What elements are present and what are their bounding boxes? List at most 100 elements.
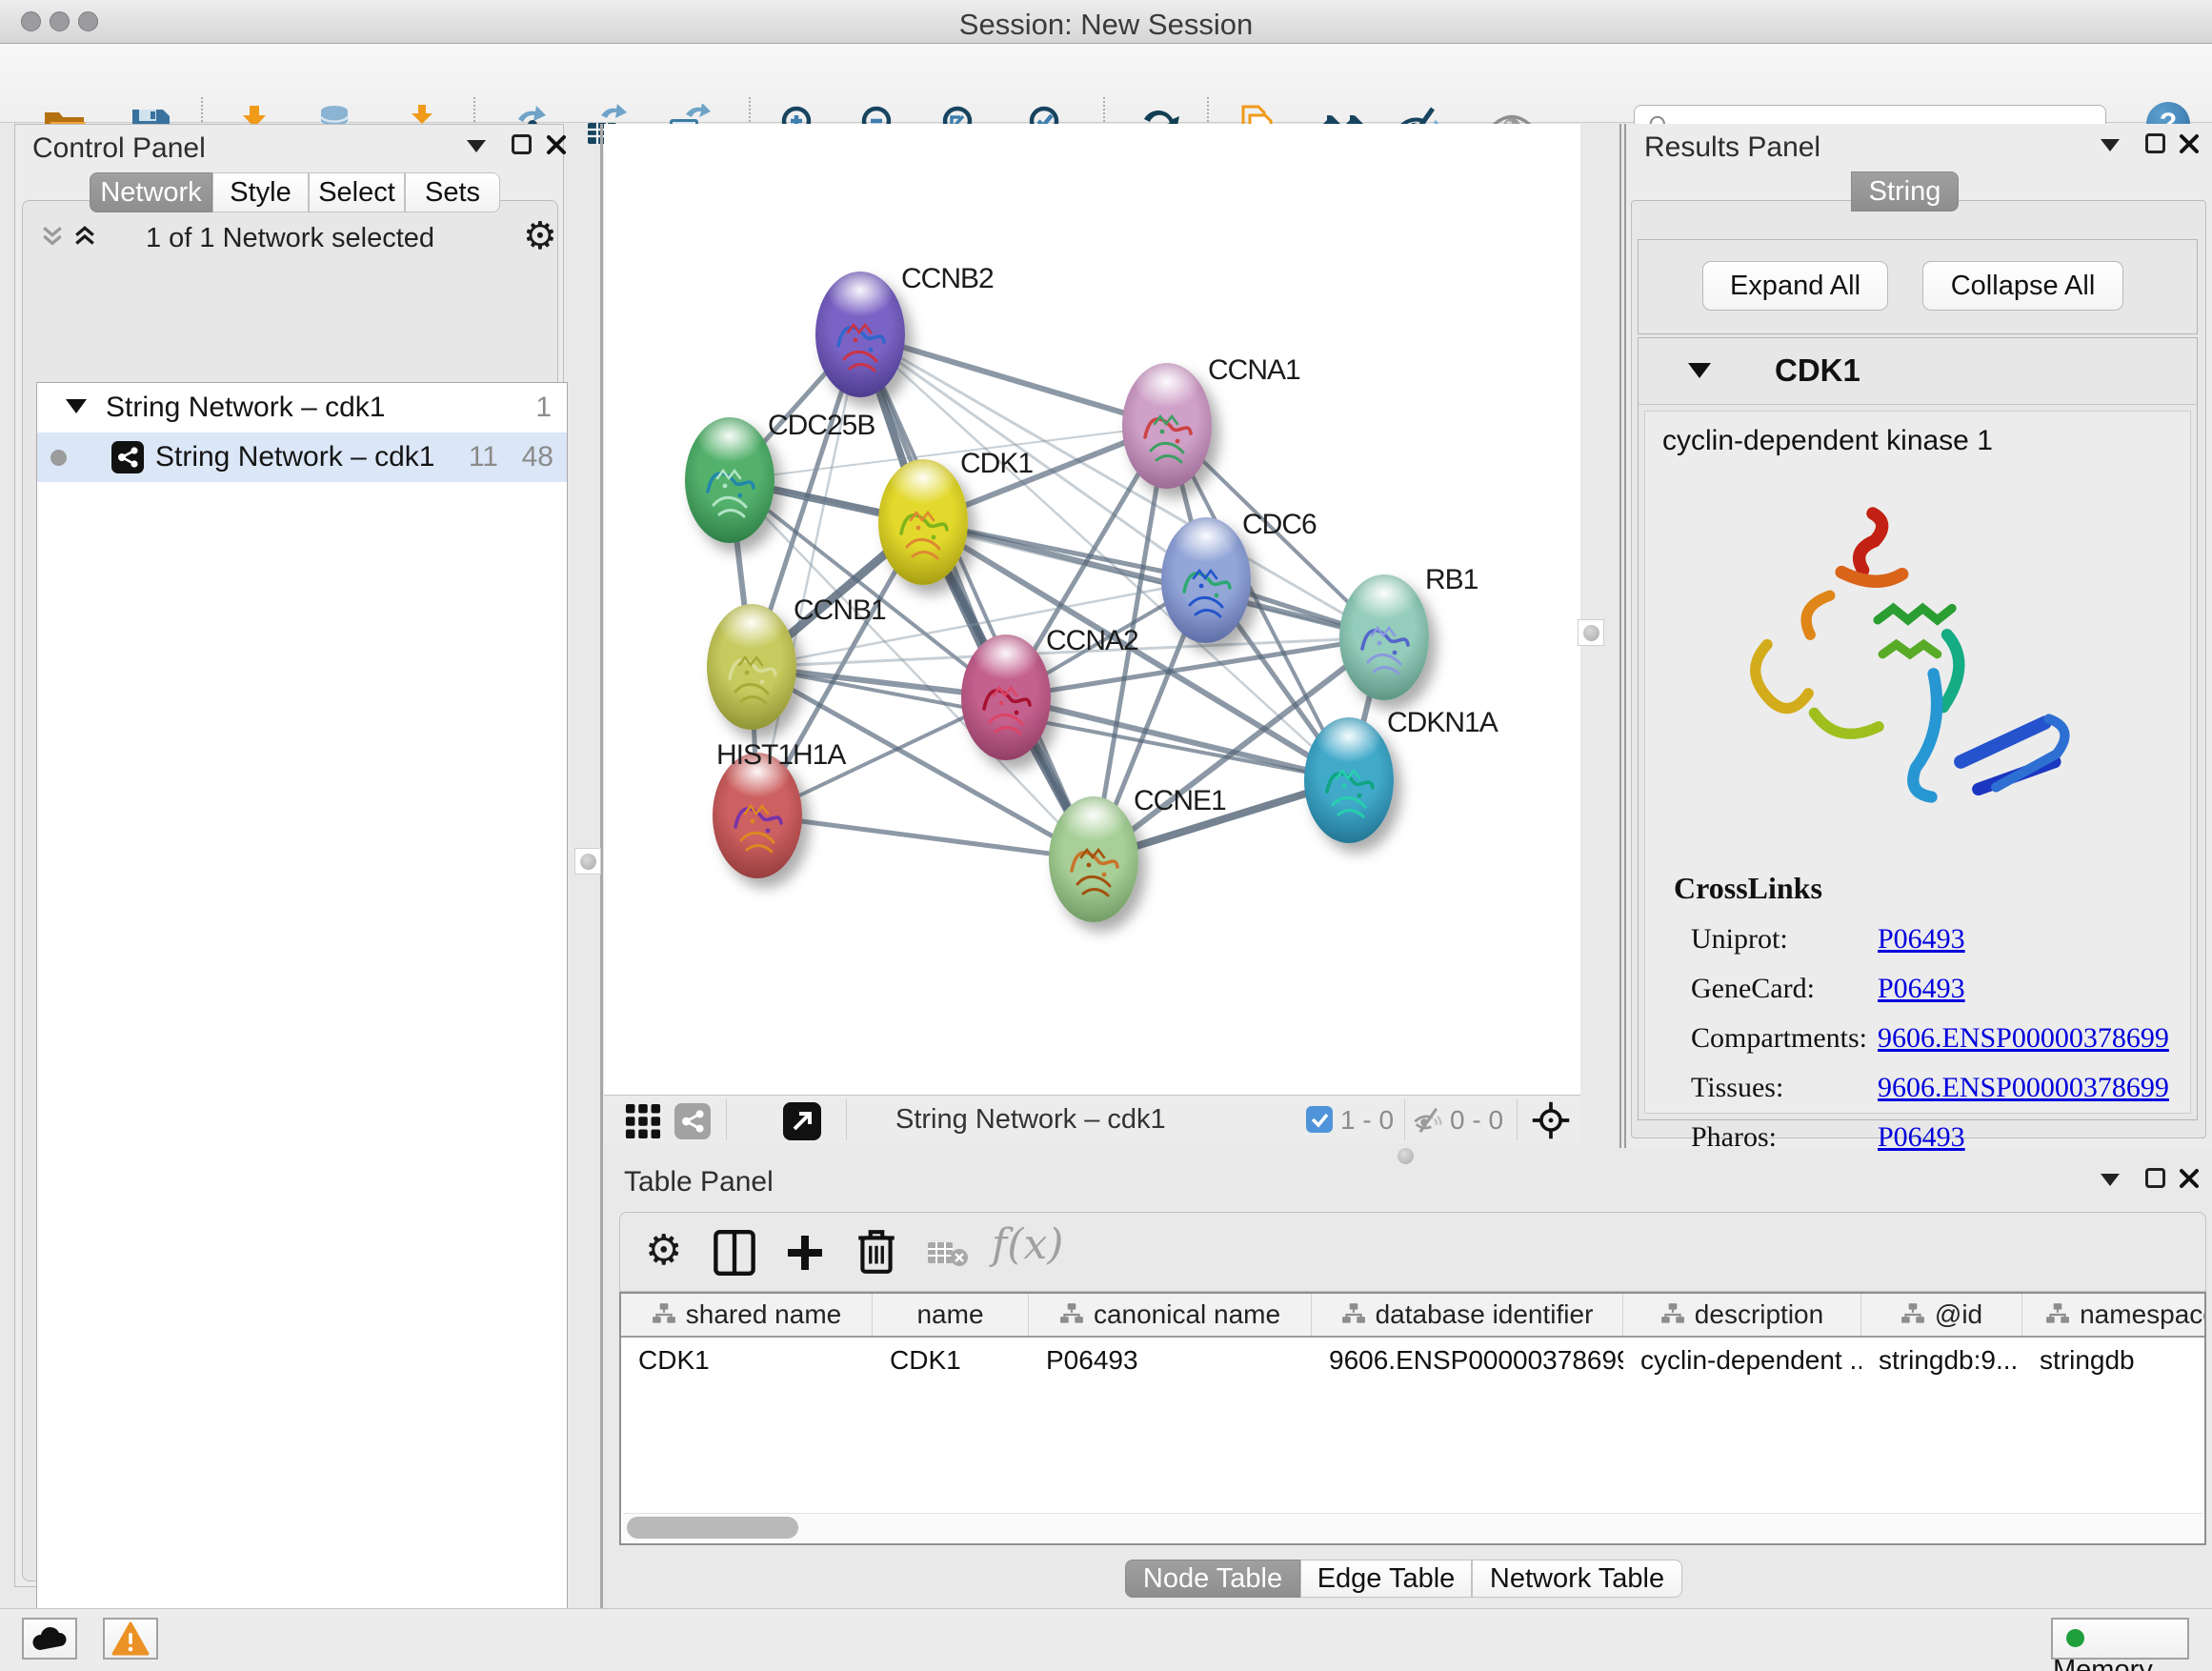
crosslink-link[interactable]: P06493	[1878, 973, 1965, 1005]
table-cell[interactable]: cyclin-dependent ...	[1623, 1339, 1861, 1381]
gene-header-row[interactable]: CDK1	[1639, 338, 2197, 405]
network-row[interactable]: String Network – cdk1 11 48	[37, 433, 567, 482]
network-node-ccnb1[interactable]	[707, 604, 796, 730]
grid-view-icon[interactable]	[625, 1103, 661, 1139]
network-node-cdc25b[interactable]	[685, 417, 774, 543]
namespace-icon	[1660, 1302, 1685, 1327]
create-column-icon[interactable]	[784, 1232, 826, 1274]
column-header-namespace[interactable]: namespace	[2022, 1294, 2206, 1336]
column-header-canonicalname[interactable]: canonical name	[1029, 1294, 1312, 1336]
status-bar: Memory	[0, 1608, 2212, 1671]
table-header-row: shared name name canonical namedatabase id…	[621, 1294, 2206, 1338]
column-header-databaseidentifier[interactable]: database identifier	[1312, 1294, 1623, 1336]
close-panel-icon[interactable]	[2178, 132, 2201, 155]
collection-count: 1	[535, 392, 552, 424]
protein-structure-image	[1712, 478, 2112, 850]
expand-collapse-box: Expand All Collapse All	[1638, 239, 2198, 334]
table-row[interactable]: CDK1CDK1P064939606.ENSP00000378699cyclin…	[621, 1339, 2206, 1381]
network-collection-row[interactable]: String Network – cdk1 1	[37, 383, 567, 433]
node-label-ccne1: CCNE1	[1134, 785, 1226, 817]
column-label: name	[916, 1299, 983, 1330]
crosslink-link[interactable]: 9606.ENSP00000378699	[1878, 1072, 2169, 1104]
node-count: 11	[469, 441, 498, 473]
network-node-ccna1[interactable]	[1122, 363, 1212, 489]
divider	[1619, 124, 1621, 1148]
collapse-entry-icon[interactable]	[1688, 363, 1711, 378]
node-label-ccna2: CCNA2	[1046, 625, 1138, 657]
splitter-handle[interactable]	[1578, 619, 1604, 646]
tab-network[interactable]: Network	[90, 172, 212, 212]
crosslink-link[interactable]: P06493	[1878, 923, 1965, 956]
crosslink-link[interactable]: P06493	[1878, 1121, 1965, 1154]
tab-select[interactable]: Select	[309, 172, 405, 212]
function-builder-icon: f(x)	[992, 1220, 1063, 1269]
namespace-icon	[652, 1302, 676, 1327]
birds-eye-view-icon[interactable]	[1530, 1099, 1572, 1141]
network-node-ccna2[interactable]	[961, 634, 1051, 760]
network-node-ccne1[interactable]	[1049, 796, 1138, 922]
node-table: shared name name canonical namedatabase id…	[619, 1292, 2206, 1545]
collapse-all-button[interactable]: Collapse All	[1922, 261, 2123, 311]
splitter-handle[interactable]	[574, 848, 601, 875]
network-selector-text: 1 of 1 Network selected	[15, 223, 565, 254]
tab-sets[interactable]: Sets	[405, 172, 500, 212]
float-panel-icon[interactable]	[2101, 139, 2120, 151]
horizontal-scrollbar[interactable]	[623, 1513, 2202, 1541]
table-cell[interactable]: CDK1	[873, 1339, 1029, 1381]
scrollbar-thumb[interactable]	[627, 1517, 798, 1539]
tab-string[interactable]: String	[1851, 171, 1959, 211]
table-cell[interactable]: 9606.ENSP00000378699	[1312, 1339, 1623, 1381]
tab-network-table[interactable]: Network Table	[1472, 1560, 1682, 1598]
network-node-cdk1[interactable]	[878, 459, 968, 585]
float-panel-icon[interactable]	[467, 140, 486, 152]
network-node-cdc6[interactable]	[1161, 517, 1251, 643]
float-panel-icon[interactable]	[2101, 1174, 2120, 1186]
edge[interactable]	[757, 815, 1094, 859]
network-label: String Network – cdk1	[155, 441, 434, 473]
table-cell[interactable]: stringdb	[2022, 1339, 2206, 1381]
gene-description: cyclin-dependent kinase 1	[1662, 425, 1993, 457]
close-panel-icon[interactable]	[545, 133, 568, 156]
column-header-description[interactable]: description	[1623, 1294, 1861, 1336]
edge[interactable]	[860, 334, 1094, 859]
delete-column-icon[interactable]	[856, 1228, 896, 1276]
crosslink-row: GeneCard:P06493	[1691, 964, 2186, 1014]
divider	[1624, 124, 1626, 1148]
network-node-cdkn1a[interactable]	[1304, 717, 1394, 843]
maximize-panel-icon[interactable]	[2145, 1168, 2165, 1188]
maximize-panel-icon[interactable]	[2145, 133, 2165, 153]
column-label: description	[1695, 1299, 1823, 1330]
table-cell[interactable]: CDK1	[621, 1339, 873, 1381]
close-panel-icon[interactable]	[2178, 1167, 2201, 1190]
column-header-id[interactable]: @id	[1861, 1294, 2022, 1336]
tab-edge-table[interactable]: Edge Table	[1300, 1560, 1472, 1598]
warnings-button[interactable]	[103, 1618, 158, 1660]
gear-icon[interactable]: ⚙	[523, 214, 557, 258]
tab-style[interactable]: Style	[212, 172, 309, 212]
column-header-name[interactable]: name	[873, 1294, 1029, 1336]
detach-view-icon[interactable]	[783, 1102, 821, 1140]
network-node-ccnb2[interactable]	[815, 272, 905, 397]
cloud-button[interactable]	[22, 1618, 77, 1660]
edge[interactable]	[860, 334, 1167, 426]
network-canvas[interactable]: CCNB2 CCNA1 CDC25B CDK1	[604, 124, 1580, 1095]
table-cell[interactable]: stringdb:9...	[1861, 1339, 2022, 1381]
maximize-panel-icon[interactable]	[512, 134, 532, 154]
column-header-sharedname[interactable]: shared name	[621, 1294, 873, 1336]
table-gear-icon[interactable]: ⚙	[645, 1226, 682, 1275]
table-cell[interactable]: P06493	[1029, 1339, 1312, 1381]
node-label-cdc25b: CDC25B	[768, 410, 875, 442]
protein-thumbnail	[685, 417, 774, 543]
tree-expand-icon[interactable]	[66, 399, 87, 413]
network-node-rb1[interactable]	[1339, 574, 1429, 700]
expand-all-button[interactable]: Expand All	[1702, 261, 1888, 311]
control-panel: Control Panel Network Style Select Sets …	[14, 124, 564, 1587]
memory-button[interactable]: Memory	[2051, 1618, 2189, 1660]
crosslink-label: Pharos:	[1691, 1121, 1878, 1154]
protein-thumbnail	[1339, 574, 1429, 700]
network-view-title: String Network – cdk1	[895, 1104, 1166, 1136]
selected-checkbox-icon[interactable]	[1306, 1106, 1333, 1133]
crosslink-link[interactable]: 9606.ENSP00000378699	[1878, 1022, 2169, 1055]
tab-node-table[interactable]: Node Table	[1125, 1560, 1300, 1598]
show-columns-icon[interactable]	[714, 1230, 755, 1276]
